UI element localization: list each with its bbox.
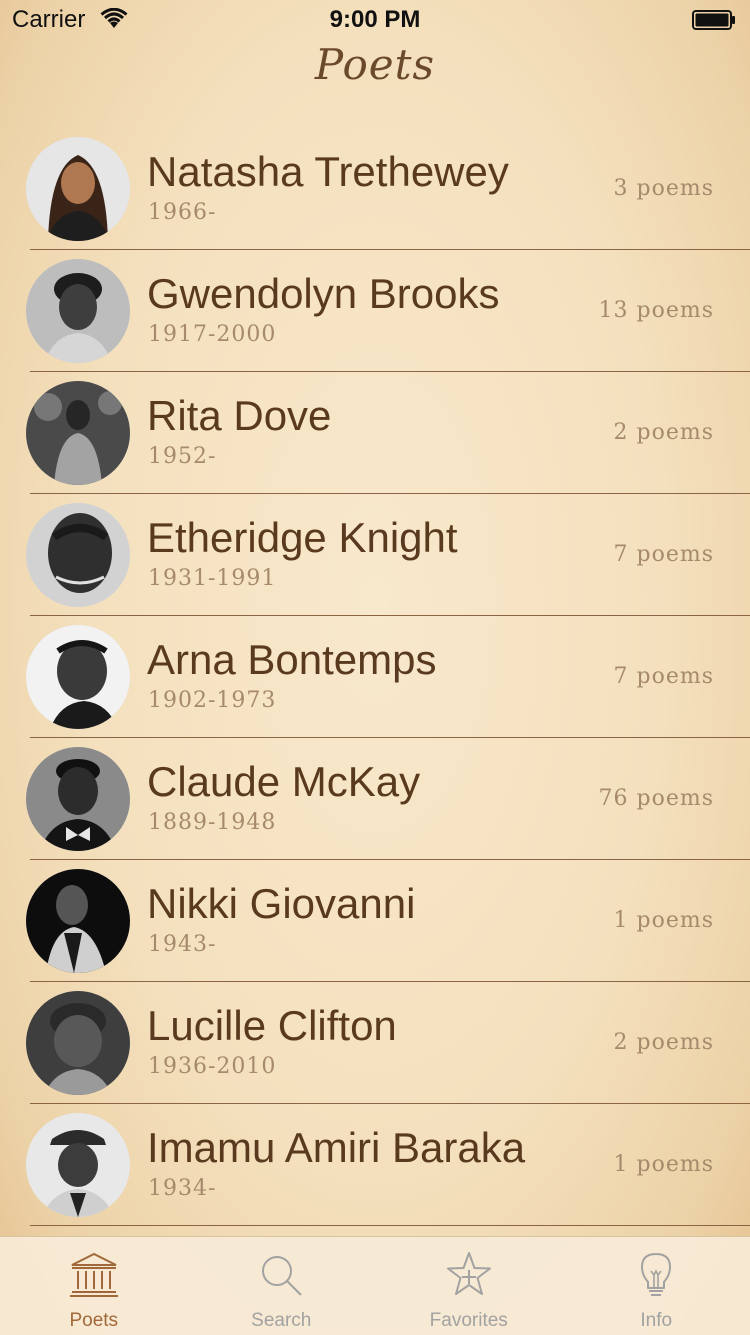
page-title: Poets xyxy=(0,40,750,89)
poet-row[interactable]: Claude McKay 1889-1948 76 poems xyxy=(0,738,750,860)
poet-row[interactable]: Imamu Amiri Baraka 1934- 1 poems xyxy=(0,1104,750,1226)
poet-list: Natasha Trethewey 1966- 3 poems Gwendoly… xyxy=(0,128,750,1226)
tab-label: Search xyxy=(188,1310,376,1332)
poet-row[interactable]: Arna Bontemps 1902-1973 7 poems xyxy=(0,616,750,738)
poet-row[interactable]: Natasha Trethewey 1966- 3 poems xyxy=(0,128,750,250)
poem-count: 7 poems xyxy=(614,542,715,567)
avatar xyxy=(26,747,130,851)
tab-poets[interactable]: Poets xyxy=(0,1237,188,1335)
tab-label: Favorites xyxy=(375,1310,563,1332)
poem-count: 13 poems xyxy=(599,298,715,323)
poet-name: Gwendolyn Brooks xyxy=(147,270,500,318)
avatar xyxy=(26,259,130,363)
poem-count: 1 poems xyxy=(614,908,715,933)
poet-name: Arna Bontemps xyxy=(147,636,437,684)
avatar xyxy=(26,625,130,729)
poet-row[interactable]: Lucille Clifton 1936-2010 2 poems xyxy=(0,982,750,1104)
tab-favorites[interactable]: Favorites xyxy=(375,1237,563,1335)
poet-row[interactable]: Etheridge Knight 1931-1991 7 poems xyxy=(0,494,750,616)
poet-photo xyxy=(26,381,130,485)
poet-photo xyxy=(26,259,130,363)
poet-photo xyxy=(26,503,130,607)
poet-name: Nikki Giovanni xyxy=(147,880,415,928)
poet-row[interactable]: Gwendolyn Brooks 1917-2000 13 poems xyxy=(0,250,750,372)
avatar xyxy=(26,381,130,485)
tab-label: Poets xyxy=(0,1310,188,1332)
magnifier-icon xyxy=(255,1249,307,1301)
poet-dates: 1943- xyxy=(148,932,216,957)
poet-photo xyxy=(26,869,130,973)
battery-icon xyxy=(692,10,736,30)
tab-label: Info xyxy=(563,1310,750,1332)
poet-name: Lucille Clifton xyxy=(147,1002,397,1050)
avatar xyxy=(26,869,130,973)
poet-dates: 1966- xyxy=(148,200,216,225)
poem-count: 2 poems xyxy=(614,1030,715,1055)
poet-dates: 1889-1948 xyxy=(148,810,276,835)
lightbulb-icon xyxy=(630,1249,682,1301)
avatar xyxy=(26,1113,130,1217)
poet-photo xyxy=(26,137,130,241)
star-icon xyxy=(443,1249,495,1301)
poem-count: 3 poems xyxy=(614,176,715,201)
tab-bar: Poets Search Favorites Info xyxy=(0,1236,750,1335)
poet-dates: 1902-1973 xyxy=(148,688,276,713)
avatar xyxy=(26,991,130,1095)
poet-photo xyxy=(26,991,130,1095)
poet-name: Rita Dove xyxy=(147,392,331,440)
avatar xyxy=(26,503,130,607)
poet-dates: 1934- xyxy=(148,1176,216,1201)
poem-count: 1 poems xyxy=(614,1152,715,1177)
tab-info[interactable]: Info xyxy=(563,1237,750,1335)
building-columns-icon xyxy=(68,1249,120,1301)
poem-count: 2 poems xyxy=(614,420,715,445)
poet-name: Imamu Amiri Baraka xyxy=(147,1124,525,1172)
poet-photo xyxy=(26,625,130,729)
poet-row[interactable]: Rita Dove 1952- 2 poems xyxy=(0,372,750,494)
poem-count: 76 poems xyxy=(599,786,715,811)
tab-search[interactable]: Search xyxy=(188,1237,376,1335)
status-time: 9:00 PM xyxy=(0,6,750,34)
poet-dates: 1952- xyxy=(148,444,216,469)
poet-dates: 1936-2010 xyxy=(148,1054,276,1079)
poet-name: Natasha Trethewey xyxy=(147,148,509,196)
poet-photo xyxy=(26,747,130,851)
poet-dates: 1931-1991 xyxy=(148,566,276,591)
poet-row[interactable]: Nikki Giovanni 1943- 1 poems xyxy=(0,860,750,982)
status-bar: Carrier 9:00 PM xyxy=(0,0,750,40)
poet-name: Claude McKay xyxy=(147,758,420,806)
poem-count: 7 poems xyxy=(614,664,715,689)
poet-name: Etheridge Knight xyxy=(147,514,458,562)
poet-photo xyxy=(26,1113,130,1217)
avatar xyxy=(26,137,130,241)
poet-dates: 1917-2000 xyxy=(148,322,276,347)
